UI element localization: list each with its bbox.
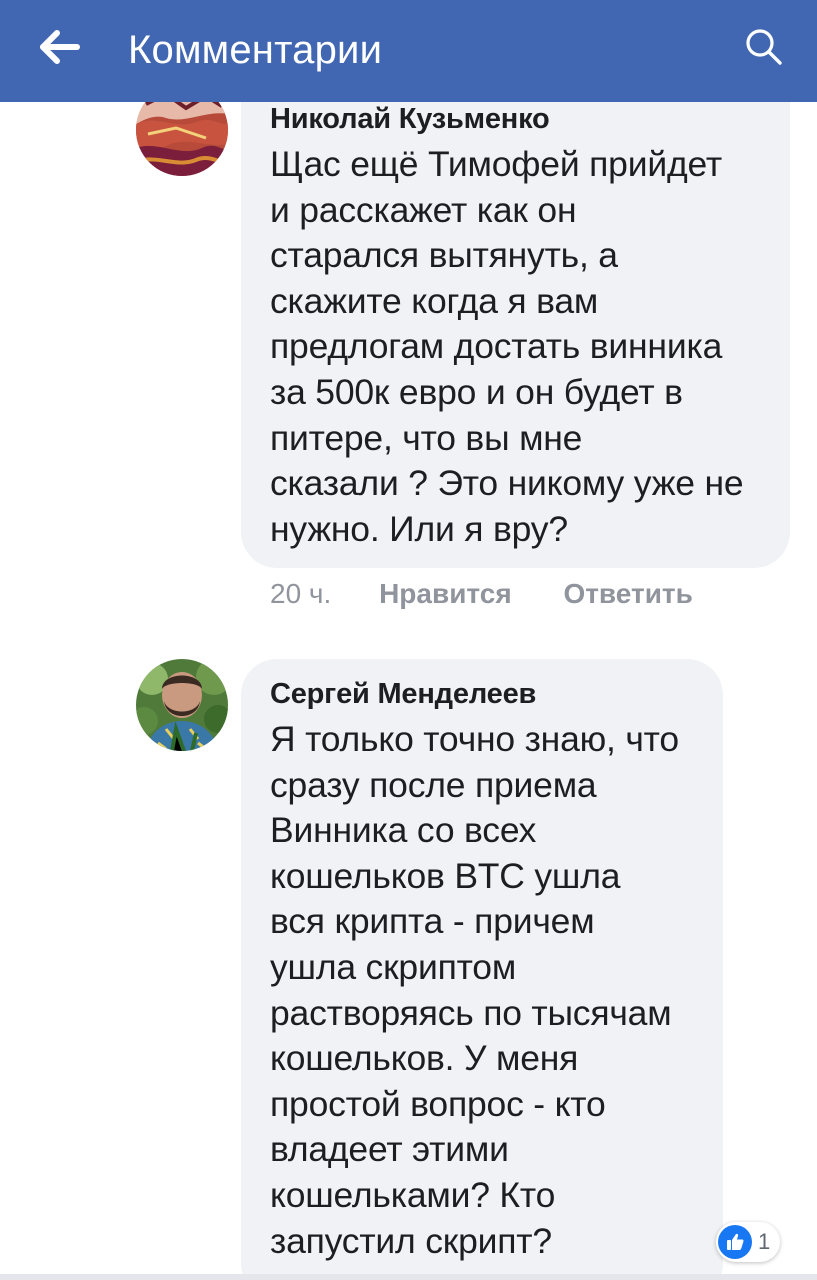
comment-bubble: Николай Кузьменко Щас ещё Тимофей прийде… — [241, 84, 790, 568]
comment-line: старался вытянуть, а — [270, 235, 618, 276]
comment-line: простой вопрос - кто — [270, 1083, 606, 1124]
comment-line: предлогам достать винника — [270, 326, 723, 367]
comment-line: Винника со всех — [270, 810, 537, 851]
comment-line: скажите когда я вам — [270, 280, 599, 321]
comment-text: Я только точно знаю, что сразу после при… — [270, 717, 703, 1264]
comment-author[interactable]: Сергей Менделеев — [270, 659, 703, 711]
comment-line: Щас ещё Тимофей прийдет — [270, 144, 722, 184]
comment-line: кошельков. У меня — [270, 1038, 579, 1079]
comment-bubble: Сергей Менделеев Я только точно знаю, чт… — [241, 659, 723, 1280]
comment-line: сразу после приема — [270, 764, 597, 805]
search-button[interactable] — [736, 22, 792, 76]
comment-line: питере, что вы мне — [270, 417, 583, 458]
comment-line: владеет этими — [270, 1129, 509, 1170]
reply-button[interactable]: Ответить — [563, 578, 692, 609]
top-bar: Комментарии — [0, 0, 817, 102]
bottom-divider — [0, 1274, 817, 1280]
painting-avatar — [136, 84, 228, 176]
comment-text: Щас ещё Тимофей прийдет и расскажет как … — [270, 142, 770, 552]
like-icon — [718, 1225, 752, 1259]
search-icon — [745, 28, 783, 71]
comment-line: запустил скрипт? — [270, 1220, 552, 1261]
comment-line: ушла скриптом — [270, 946, 517, 987]
avatar[interactable] — [136, 659, 228, 751]
reaction-count: 1 — [758, 1229, 771, 1254]
comment-line: и расскажет как он — [270, 189, 577, 230]
back-button[interactable] — [28, 22, 92, 76]
like-button[interactable]: Нравится — [379, 578, 512, 609]
comment-line: сказали ? Это никому уже не — [270, 463, 744, 504]
page-title: Комментарии — [128, 28, 383, 72]
comment-line: кошельками? Кто — [270, 1174, 556, 1215]
comment-line: кошельков BTC ушла — [270, 855, 621, 896]
arrow-left-icon — [40, 29, 80, 69]
comment-line: нужно. Или я вру? — [270, 508, 568, 549]
comment-line: за 500к евро и он будет в — [270, 371, 683, 412]
comment-line: растворяясь по тысячам — [270, 992, 672, 1033]
photo-avatar — [136, 659, 228, 751]
comments-screen: Комментарии Николай Кузьменко Щас ещё Ти… — [0, 0, 817, 1280]
comment-time: 20 ч. — [270, 578, 332, 609]
reaction-badge[interactable]: 1 — [716, 1222, 781, 1262]
comment-line: вся крипта - причем — [270, 901, 595, 942]
comment-meta: 20 ч. Нравится Ответить — [270, 577, 693, 611]
comment-line: Я только точно знаю, что — [270, 719, 679, 759]
